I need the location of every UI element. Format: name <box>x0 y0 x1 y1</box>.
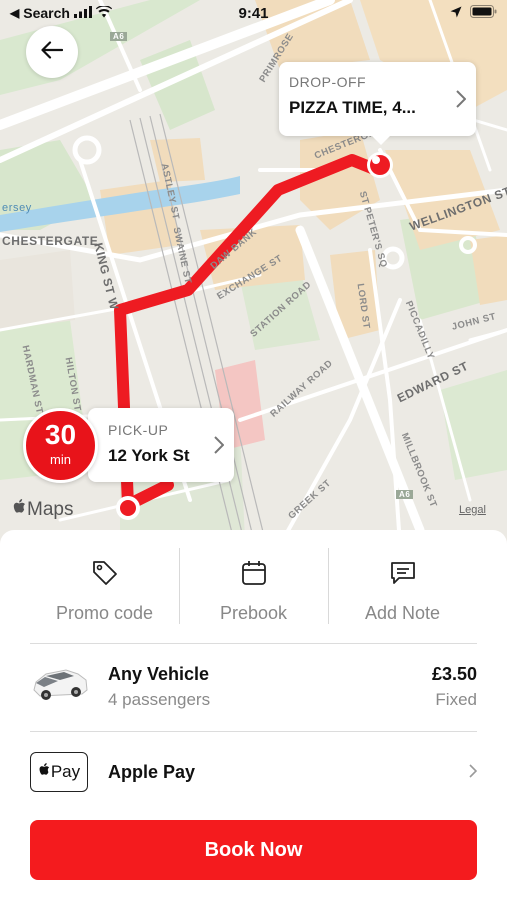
apple-pay-badge: Pay <box>30 752 88 792</box>
eta-badge: 30 min <box>23 408 98 483</box>
dropoff-label: DROP-OFF <box>289 74 367 90</box>
road-shield: A6 <box>110 32 128 41</box>
back-button[interactable] <box>26 26 78 78</box>
chevron-right-icon <box>456 90 467 113</box>
pickup-address: 12 York St <box>108 446 190 465</box>
promo-code-button[interactable]: Promo code <box>30 548 179 624</box>
dropoff-address: PIZZA TIME, 4... <box>289 98 416 117</box>
add-note-button[interactable]: Add Note <box>328 548 477 624</box>
dropoff-callout[interactable]: DROP-OFF PIZZA TIME, 4... <box>279 62 476 145</box>
booking-sheet: Promo code Prebook Add Note Any Vehicle … <box>0 530 507 900</box>
maps-logo: Maps <box>12 498 73 521</box>
status-bar: ◀ Search 9:41 <box>0 0 507 28</box>
map-view[interactable]: PRIMROSE ASTLEY ST SWAINE ST CHESTERGATE… <box>0 0 507 545</box>
dropoff-pin <box>367 152 393 178</box>
status-right <box>450 5 497 23</box>
eta-unit: min <box>50 452 71 467</box>
divider <box>30 643 477 644</box>
status-time: 9:41 <box>238 5 269 22</box>
book-now-button[interactable]: Book Now <box>30 820 477 880</box>
arrow-left-icon <box>41 40 64 64</box>
vehicle-name: Any Vehicle <box>108 664 210 684</box>
prebook-label: Prebook <box>219 603 288 623</box>
apple-logo-icon <box>38 762 50 782</box>
pickup-callout[interactable]: PICK-UP 12 York St <box>88 408 234 482</box>
vehicle-passengers: 4 passengers <box>108 690 211 709</box>
promo-code-label: Promo code <box>55 603 154 623</box>
note-icon <box>328 556 477 590</box>
divider <box>30 731 477 732</box>
vehicle-price-type: Fixed <box>435 690 477 709</box>
location-arrow-icon <box>450 5 462 23</box>
calendar-icon <box>179 556 328 590</box>
tag-icon <box>30 556 179 590</box>
battery-icon <box>470 5 497 23</box>
maps-logo-text: Maps <box>27 498 74 520</box>
chevron-right-icon <box>469 764 478 783</box>
payment-method-row[interactable]: Pay Apple Pay <box>30 746 478 798</box>
add-note-label: Add Note <box>364 603 441 623</box>
pickup-label: PICK-UP <box>108 422 169 438</box>
chevron-right-icon <box>214 436 225 459</box>
road-shield: A6 <box>396 490 414 499</box>
payment-method-label: Apple Pay <box>108 762 196 782</box>
legal-link[interactable]: Legal <box>459 504 486 516</box>
vehicle-row[interactable]: Any Vehicle 4 passengers £3.50 Fixed <box>30 650 477 720</box>
street-label: CHESTERGATE <box>2 234 99 248</box>
eta-value: 30 <box>44 419 77 450</box>
action-row: Promo code Prebook Add Note <box>30 548 477 624</box>
apple-logo-icon <box>12 498 26 521</box>
apple-pay-badge-text: Pay <box>50 762 81 781</box>
vehicle-price: £3.50 <box>431 664 477 684</box>
car-icon <box>30 662 90 711</box>
pickup-pin <box>116 496 140 520</box>
prebook-button[interactable]: Prebook <box>179 548 328 624</box>
street-label: ersey <box>2 202 32 214</box>
